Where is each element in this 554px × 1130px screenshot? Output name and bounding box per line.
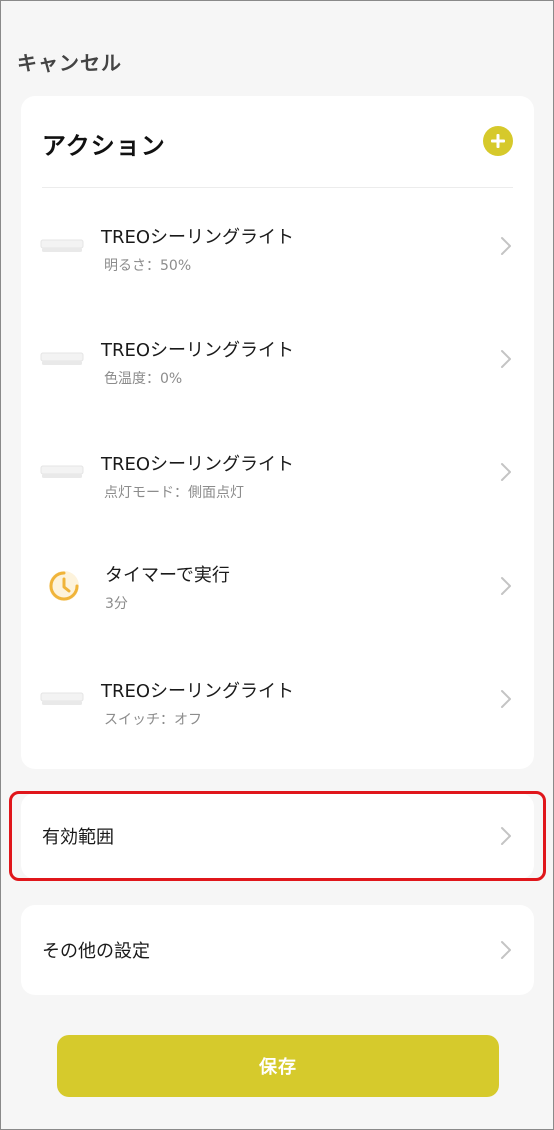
action-item-subtitle: 3分 [105, 596, 128, 613]
ceiling-light-icon [40, 465, 84, 479]
effective-range-label: 有効範囲 [42, 827, 114, 848]
actions-header: アクション [42, 96, 513, 188]
action-item-subtitle: 点灯モード：側面点灯 [104, 484, 244, 501]
ceiling-light-icon [40, 239, 84, 252]
plus-circle-icon [491, 134, 505, 148]
effective-range-item[interactable]: 有効範囲 [21, 793, 534, 879]
other-settings-label: その他の設定 [42, 941, 150, 962]
chevron-right-icon [501, 236, 511, 255]
cancel-button[interactable]: キャンセル [17, 47, 122, 76]
action-list: TREOシーリングライト 明るさ：50% TREOシーリングライト 色温度：0% [21, 189, 534, 756]
chevron-right-icon [501, 827, 511, 845]
action-item-timer[interactable]: タイマーで実行 3分 [21, 529, 534, 642]
action-item-title: タイマーで実行 [105, 565, 230, 587]
chevron-right-icon [501, 576, 511, 595]
chevron-right-icon [501, 941, 511, 959]
actions-card: アクション TREOシーリングライト 明るさ：50% TREOシーリングライト … [21, 96, 534, 769]
add-action-button[interactable] [483, 126, 513, 156]
actions-title: アクション [42, 132, 166, 160]
chevron-right-icon [501, 463, 511, 482]
action-item-title: TREOシーリングライト [101, 340, 295, 362]
action-item-title: TREOシーリングライト [101, 227, 295, 248]
action-item-lighting-mode[interactable]: TREOシーリングライト 点灯モード：側面点灯 [21, 416, 534, 529]
action-item-switch[interactable]: TREOシーリングライト スイッチ：オフ [21, 643, 534, 756]
timer-icon [49, 570, 79, 601]
ceiling-light-icon [40, 692, 84, 706]
action-item-subtitle: スイッチ：オフ [104, 711, 202, 728]
chevron-right-icon [501, 350, 511, 369]
other-settings-item[interactable]: その他の設定 [21, 905, 534, 995]
ceiling-light-icon [40, 352, 84, 366]
action-item-title: TREOシーリングライト [101, 453, 295, 475]
action-item-color-temp[interactable]: TREOシーリングライト 色温度：0% [21, 302, 534, 415]
action-item-subtitle: 明るさ：50% [104, 258, 192, 274]
action-item-brightness[interactable]: TREOシーリングライト 明るさ：50% [21, 189, 534, 302]
action-item-title: TREOシーリングライト [101, 680, 295, 702]
action-item-subtitle: 色温度：0% [104, 371, 183, 388]
chevron-right-icon [501, 690, 511, 709]
save-button[interactable]: 保存 [57, 1035, 499, 1097]
